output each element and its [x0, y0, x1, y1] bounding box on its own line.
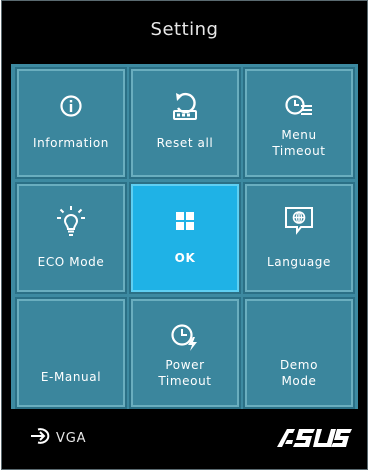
page-title: Setting	[150, 18, 219, 40]
input-source-icon	[30, 426, 52, 450]
tile-label: Menu Timeout	[272, 128, 326, 158]
tile-label: Power Timeout	[158, 358, 212, 388]
bulb-icon	[17, 206, 125, 236]
asus-logo	[273, 425, 353, 451]
tile-demo-mode[interactable]: Demo Mode	[243, 297, 355, 409]
tile-ok-selected[interactable]: OK	[129, 182, 241, 294]
settings-grid: Information Reset all Menu Timeout ECO M…	[11, 64, 358, 409]
tile-power-timeout[interactable]: Power Timeout	[129, 297, 241, 409]
input-source-label: VGA	[56, 430, 87, 446]
tile-label: Demo Mode	[279, 358, 319, 388]
language-icon	[245, 206, 353, 236]
reset-icon	[131, 91, 239, 121]
tile-eco-mode[interactable]: ECO Mode	[15, 182, 127, 294]
tile-label: OK	[174, 251, 196, 265]
osd-menu-window: Setting Information Reset all Menu Timeo…	[1, 0, 368, 470]
tile-language[interactable]: Language	[243, 182, 355, 294]
tile-label: Language	[266, 255, 332, 269]
ok-grid-icon	[131, 206, 239, 236]
tile-menu-timeout[interactable]: Menu Timeout	[243, 67, 355, 179]
tile-label: Reset all	[156, 136, 214, 150]
tile-information[interactable]: Information	[15, 67, 127, 179]
tile-reset-all[interactable]: Reset all	[129, 67, 241, 179]
input-source-indicator: VGA	[30, 426, 86, 450]
power-timeout-icon	[131, 321, 239, 351]
tile-label: ECO Mode	[37, 255, 105, 269]
info-icon	[17, 91, 125, 121]
tile-label: E-Manual	[40, 370, 102, 384]
tile-e-manual[interactable]: E-Manual	[15, 297, 127, 409]
tile-label: Information	[32, 136, 110, 150]
menu-timeout-icon	[245, 91, 353, 121]
